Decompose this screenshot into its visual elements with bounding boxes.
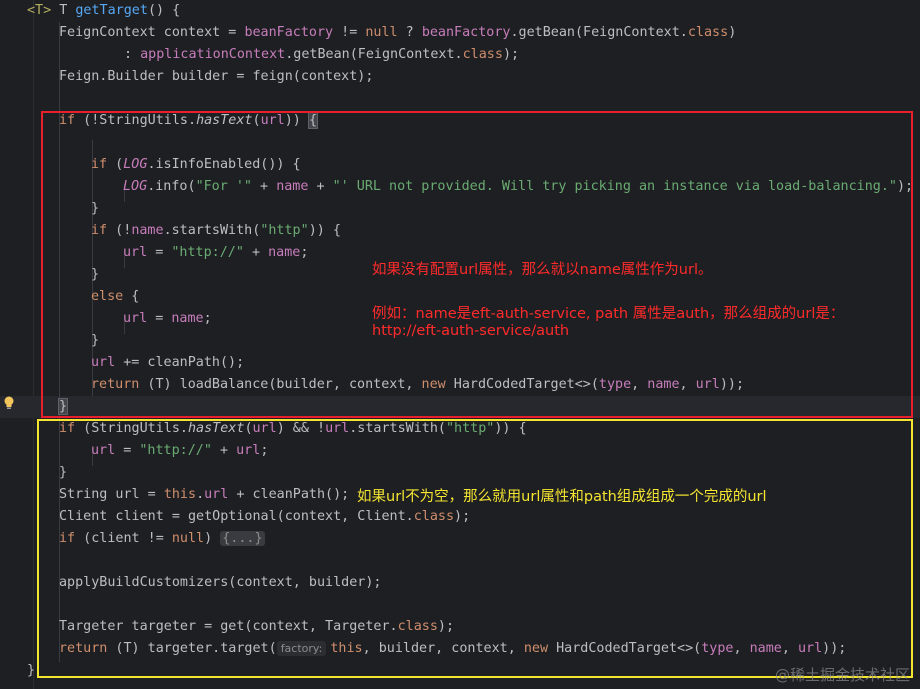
code-token: != [333,25,366,40]
annotation-text: http://eft-auth-service/auth [372,323,570,339]
field-token: applicationContext [140,47,286,62]
code-line[interactable]: FeignContext context = beanFactory != nu… [59,22,736,44]
annotation-text: 如果url不为空，那么就用url属性和path组成组成一个完成的url [357,489,767,505]
generic-param: <T> [27,3,52,18]
code-token: ) [728,25,737,40]
keyword-token: class [462,47,503,62]
lightbulb-icon[interactable] [3,396,15,410]
watermark: @稀土掘金技术社区 [774,666,910,684]
code-token: } [27,663,36,678]
code-token: ); [502,47,520,62]
code-token: .getBean(FeignContext. [510,25,688,40]
code-token: Feign.Builder builder = feign(context); [59,69,374,84]
code-token: ? [397,25,422,40]
code-editor[interactable]: <T> T getTarget() { FeignContext context… [0,0,920,689]
field-token: beanFactory [244,25,334,40]
code-line[interactable]: : applicationContext.getBean(FeignContex… [124,44,519,66]
code-line[interactable]: Feign.Builder builder = feign(context); [59,66,373,88]
code-line[interactable]: } [27,660,35,682]
code-token: () { [147,3,181,18]
method-name: getTarget [75,3,148,18]
code-token: .getBean(FeignContext. [285,47,463,62]
annotation-text: 如果没有配置url属性，那么就以name属性作为url。 [372,262,713,278]
field-token: beanFactory [421,25,511,40]
keyword-token: null [365,25,398,40]
gutter-divider [33,0,34,689]
annotation-box-yellow [37,419,913,678]
code-token: : [124,47,141,62]
code-token: FeignContext context = [59,25,245,40]
keyword-token: class [687,25,729,40]
code-token: T [51,3,76,18]
code-line[interactable]: <T> T getTarget() { [27,0,180,22]
annotation-text: 例如：name是eft-auth-service, path 属性是auth，那… [372,306,845,322]
